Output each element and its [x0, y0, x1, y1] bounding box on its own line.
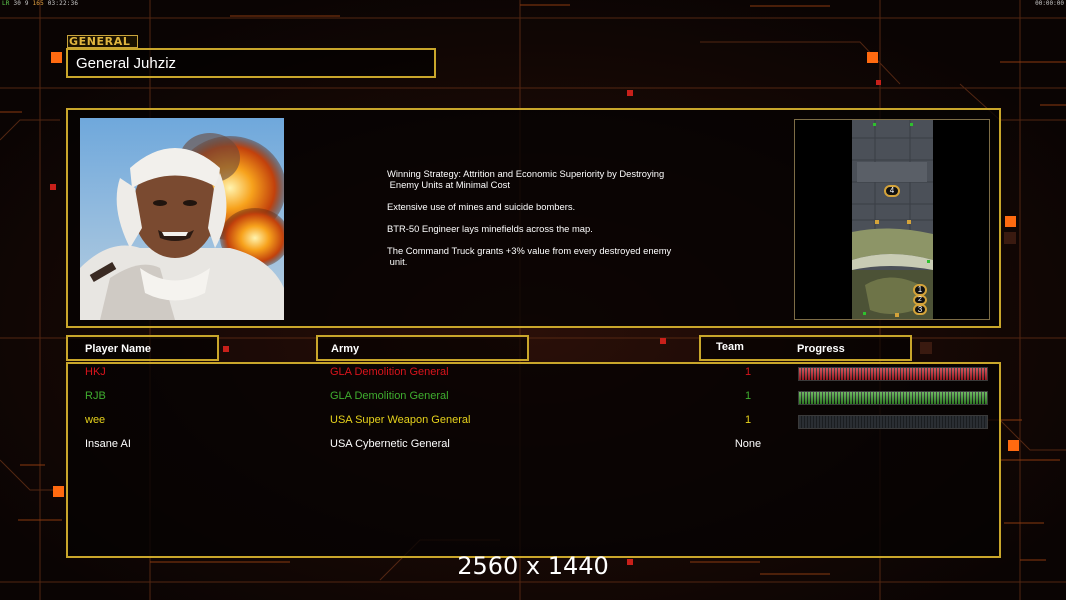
map-marker-3: 3 [913, 304, 927, 315]
map-marker-label: 1 [917, 285, 923, 294]
hud-stat-b: 30 9 [13, 0, 29, 7]
description-line: Winning Strategy: Attrition and Economic… [387, 168, 665, 190]
player-name: RJB [85, 390, 106, 402]
map-marker-4: 4 [884, 185, 900, 197]
progress-fill [799, 392, 987, 404]
progress-bar [798, 415, 988, 429]
player-name: wee [85, 414, 106, 426]
general-portrait [80, 118, 284, 320]
player-name: HKJ [85, 366, 106, 378]
hud-stats: LR 30 9 165 03:22:36 [2, 0, 78, 7]
header-army-label: Army [331, 343, 360, 355]
header-team-label: Team [716, 341, 744, 353]
portrait-image [80, 118, 284, 320]
map-preview-image [795, 120, 989, 319]
description-line: The Command Truck grants +3% value from … [387, 245, 672, 267]
player-team: 1 [744, 390, 752, 402]
general-description: Winning Strategy: Attrition and Economic… [387, 168, 707, 278]
player-army: GLA Demolition General [330, 366, 449, 378]
resolution-label: 2560 x 1440 [457, 552, 609, 580]
header-player-name: Player Name [66, 335, 219, 361]
map-marker-label: 3 [917, 305, 923, 314]
player-army: GLA Demolition General [330, 390, 449, 402]
general-name: General Juhziz [76, 55, 177, 72]
player-row[interactable]: wee USA Super Weapon General 1 [0, 414, 1066, 430]
progress-bar [798, 391, 988, 405]
hud-timer: 00:00:00 [1035, 0, 1064, 7]
player-team: 1 [744, 366, 752, 378]
header-army: Army [316, 335, 529, 361]
player-army: USA Super Weapon General [330, 414, 471, 426]
general-tag: GENERAL [67, 35, 138, 48]
player-team: None [734, 438, 762, 450]
player-row[interactable]: Insane AI USA Cybernetic General None [0, 438, 1066, 454]
description-line: Extensive use of mines and suicide bombe… [387, 201, 576, 212]
player-name: Insane AI [85, 438, 131, 450]
header-progress-label: Progress [797, 343, 845, 355]
progress-bar [798, 367, 988, 381]
progress-fill [799, 368, 987, 380]
hud-clock: 03:22:36 [47, 0, 79, 7]
header-player-label: Player Name [85, 343, 152, 355]
player-row[interactable]: HKJ GLA Demolition General 1 [0, 366, 1066, 382]
player-row[interactable]: RJB GLA Demolition General 1 [0, 390, 1066, 406]
description-line: BTR-50 Engineer lays minefields across t… [387, 223, 593, 234]
map-marker-label: 2 [918, 296, 922, 303]
hud-stat-c: 165 [32, 0, 44, 7]
header-team-progress: Team Progress [699, 335, 912, 361]
map-marker-label: 4 [889, 186, 895, 195]
player-team: 1 [744, 414, 752, 426]
player-army: USA Cybernetic General [330, 438, 450, 450]
general-name-box: General Juhziz [66, 48, 436, 78]
hud-stat-a: LR [2, 0, 10, 7]
map-preview: 4 1 2 3 [794, 119, 990, 320]
